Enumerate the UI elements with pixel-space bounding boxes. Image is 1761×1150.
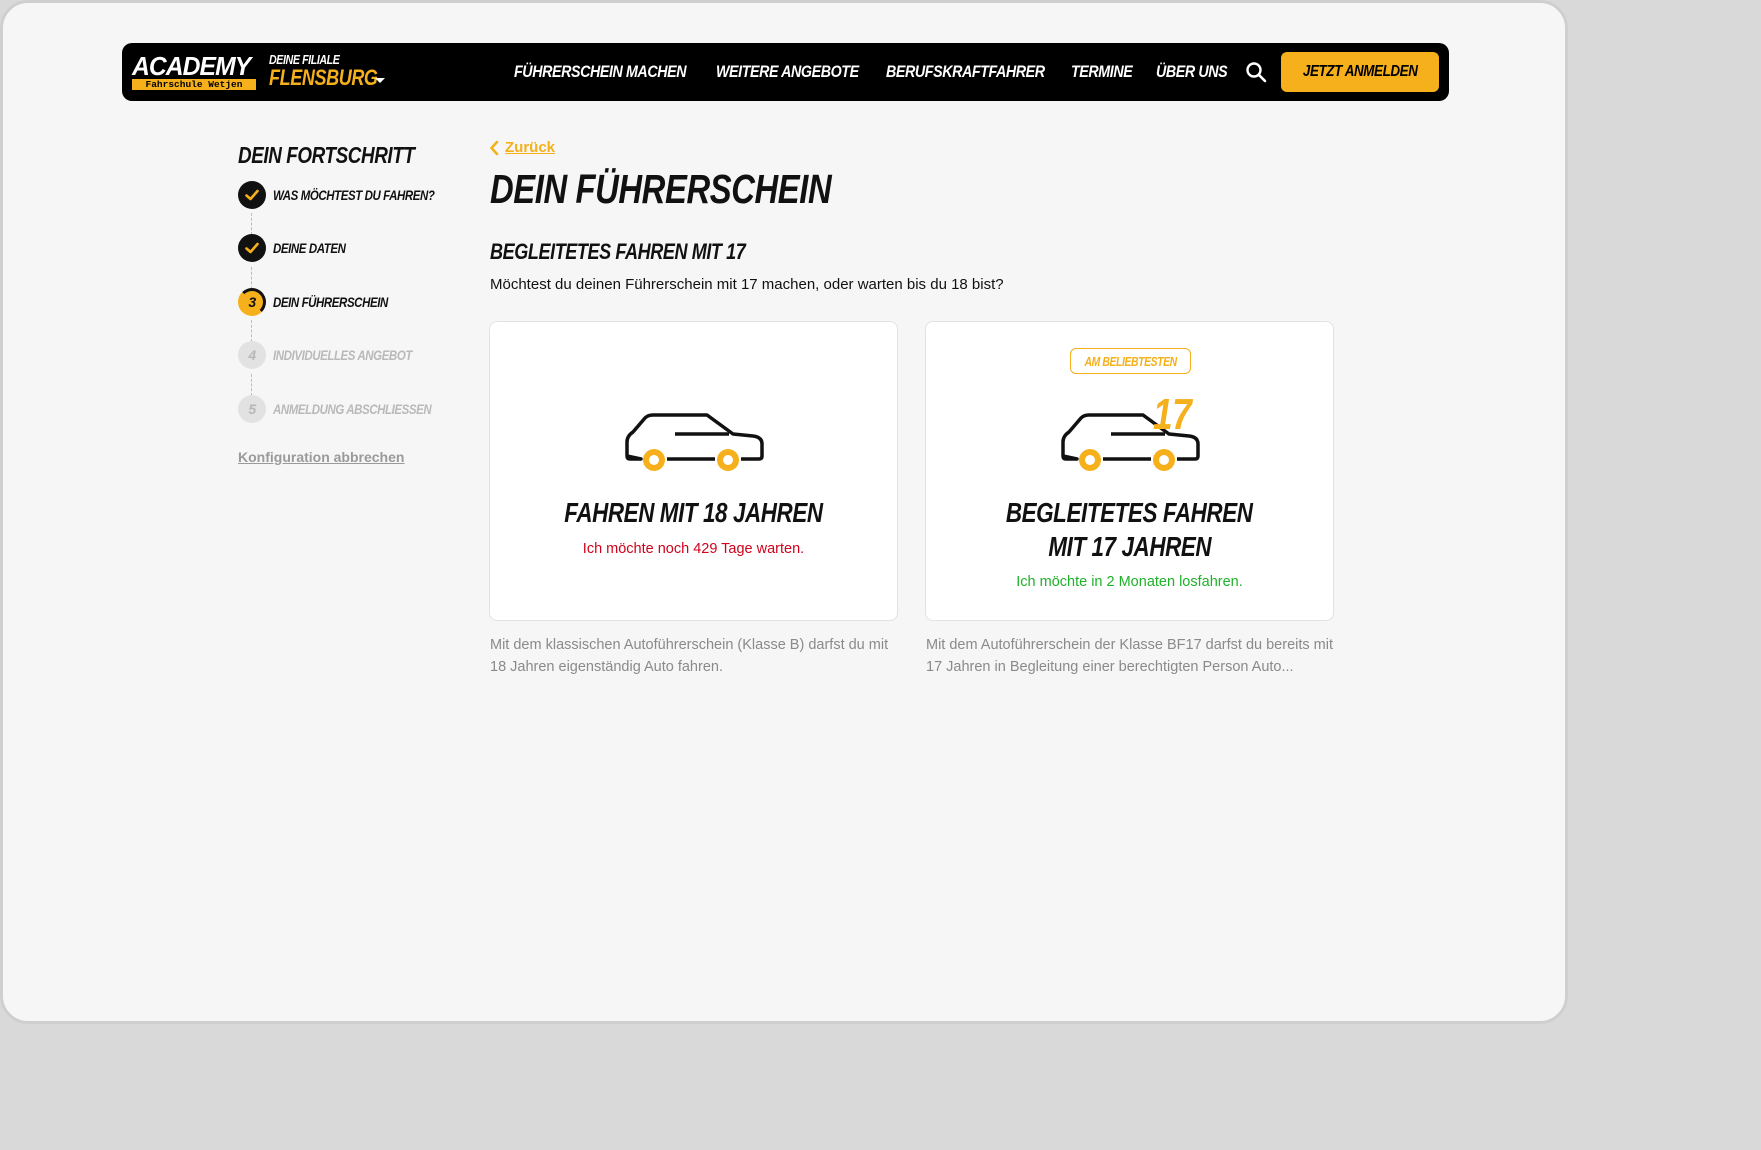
logo-subtitle: Fahrschule Wetjen xyxy=(132,79,256,90)
page-title: DEIN FÜHRERSCHEIN xyxy=(490,166,832,212)
option-subtitle: Ich möchte noch 429 Tage warten. xyxy=(582,541,805,557)
nav-termine[interactable]: TERMINE xyxy=(1071,62,1133,82)
step-label: INDIVIDUELLES ANGEBOT xyxy=(273,347,412,363)
step-label: DEINE DATEN xyxy=(273,240,346,256)
step-label: WAS MÖCHTEST DU FAHREN? xyxy=(273,187,435,203)
step-number-badge: 4 xyxy=(238,341,266,369)
step-number: 5 xyxy=(248,401,256,417)
option-card-18[interactable]: FAHREN MIT 18 JAHREN Ich möchte noch 429… xyxy=(489,321,898,621)
nav-berufskraftfahrer[interactable]: BERUFSKRAFTFAHRER xyxy=(886,62,1045,82)
section-title: BEGLEITETES FAHREN MIT 17 xyxy=(490,239,746,264)
progress-step-4: 4 INDIVIDUELLES ANGEBOT xyxy=(238,341,442,369)
age-17-icon: 17 xyxy=(1153,390,1192,439)
step-connector xyxy=(251,267,252,289)
step-label: ANMELDUNG ABSCHLIESSEN xyxy=(273,401,432,417)
branch-selector[interactable]: DEINE FILIALE FLENSBURG xyxy=(269,52,401,91)
badge-label: AM BELIEBTESTEN xyxy=(1084,353,1177,369)
register-now-label: JETZT ANMELDEN xyxy=(1302,63,1418,80)
main-nav: FÜHRERSCHEIN MACHEN WEITERE ANGEBOTE BER… xyxy=(514,43,1229,101)
option-title: FAHREN MIT 18 JAHREN xyxy=(490,496,897,530)
chevron-down-icon xyxy=(375,78,385,83)
option-card-17[interactable]: AM BELIEBTESTEN 17 BEGLEITETES FAHREN MI… xyxy=(925,321,1334,621)
progress-title: DEIN FORTSCHRITT xyxy=(238,142,415,168)
back-label: Zurück xyxy=(505,139,556,156)
register-now-button[interactable]: JETZT ANMELDEN xyxy=(1281,52,1439,92)
option-title: BEGLEITETES FAHREN MIT 17 JAHREN xyxy=(926,496,1333,564)
step-number-badge: 5 xyxy=(238,395,266,423)
back-link[interactable]: Zurück xyxy=(489,139,555,156)
option-subtitle: Ich möchte in 2 Monaten losfahren. xyxy=(1016,574,1243,590)
cancel-configuration-link[interactable]: Konfiguration abbrechen xyxy=(238,449,404,465)
step-connector xyxy=(251,320,252,342)
step-connector xyxy=(251,374,252,396)
nav-weitere-angebote[interactable]: WEITERE ANGEBOTE xyxy=(716,62,859,82)
nav-fuehrerschein-machen[interactable]: FÜHRERSCHEIN MACHEN xyxy=(514,62,687,82)
progress-step-3: 3 DEIN FÜHRERSCHEIN xyxy=(238,288,413,316)
branch-name: FLENSBURG xyxy=(269,65,378,90)
option-title-line: FAHREN MIT 18 JAHREN xyxy=(564,497,823,528)
search-icon[interactable] xyxy=(1245,61,1267,83)
checkmark-icon xyxy=(238,181,266,209)
top-navigation-bar: ACADEMY Fahrschule Wetjen DEINE FILIALE … xyxy=(122,43,1449,101)
step-number: 3 xyxy=(248,294,256,310)
checkmark-icon xyxy=(238,234,266,262)
option-title-line: MIT 17 JAHREN xyxy=(1048,531,1211,562)
progress-step-5: 5 ANMELDUNG ABSCHLIESSEN xyxy=(238,395,466,423)
progress-step-2[interactable]: DEINE DATEN xyxy=(238,234,361,262)
step-label: DEIN FÜHRERSCHEIN xyxy=(273,294,388,310)
step-number-badge: 3 xyxy=(238,288,266,316)
chevron-left-icon xyxy=(490,140,499,155)
option-title-line: BEGLEITETES FAHREN xyxy=(1006,497,1253,528)
most-popular-badge: AM BELIEBTESTEN xyxy=(1070,348,1191,374)
browser-frame: ACADEMY Fahrschule Wetjen DEINE FILIALE … xyxy=(0,0,1568,1024)
academy-logo[interactable]: ACADEMY Fahrschule Wetjen xyxy=(132,51,256,91)
logo-wordmark: ACADEMY xyxy=(132,51,251,81)
step-connector xyxy=(251,213,252,235)
question-text: Möchtest du deinen Führerschein mit 17 m… xyxy=(490,276,1004,293)
option-description-17: Mit dem Autoführerschein der Klasse BF17… xyxy=(926,637,1333,675)
car-icon xyxy=(625,413,764,471)
progress-step-1[interactable]: WAS MÖCHTEST DU FAHREN? xyxy=(238,181,470,209)
option-description-18: Mit dem klassischen Autoführerschein (Kl… xyxy=(490,637,889,675)
nav-ueber-uns[interactable]: ÜBER UNS xyxy=(1156,62,1228,82)
step-number: 4 xyxy=(248,347,256,363)
